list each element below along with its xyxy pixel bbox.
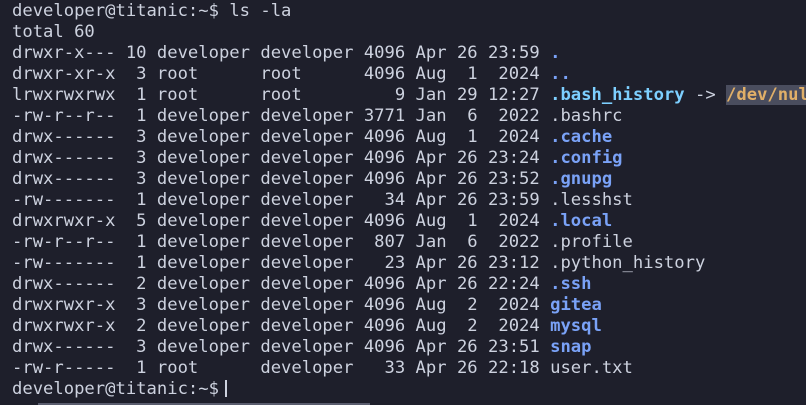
listing-row: drwx------ 3 developer developer 4096 Ap… (12, 337, 806, 358)
entry-name: .python_history (550, 253, 706, 273)
entry-name: .cache (550, 127, 613, 147)
entry-meta: drwxr-x--- 10 developer developer 4096 A… (12, 43, 551, 63)
listing-row: -rw------- 1 developer developer 23 Apr … (12, 253, 806, 274)
entry-meta: -rw-r----- 1 root developer 33 Apr 26 22… (12, 358, 551, 378)
entry-name: .lesshst (550, 190, 633, 210)
entry-name: .config (550, 148, 623, 168)
entry-meta: lrwxrwxrwx 1 root root 9 Jan 29 12:27 (12, 85, 551, 105)
prompt: developer@titanic:~$ (12, 379, 219, 399)
entry-name: .local (550, 211, 613, 231)
listing-row: lrwxrwxrwx 1 root root 9 Jan 29 12:27 .b… (12, 85, 806, 106)
link-arrow: -> (684, 85, 727, 105)
listing-row: drwxr-xr-x 3 root root 4096 Aug 1 2024 .… (12, 64, 806, 85)
entry-name: .gnupg (550, 169, 613, 189)
listing-row: drwxrwxr-x 5 developer developer 4096 Au… (12, 211, 806, 232)
listing-row: drwx------ 3 developer developer 4096 Ap… (12, 148, 806, 169)
command-line: developer@titanic:~$ ls -la (12, 1, 806, 22)
entry-meta: drwx------ 3 developer developer 4096 Ap… (12, 148, 551, 168)
entry-name: .profile (550, 232, 633, 252)
entry-name: .bash_history (550, 85, 685, 105)
entry-meta: -rw------- 1 developer developer 34 Apr … (12, 190, 551, 210)
entry-name: user.txt (550, 358, 633, 378)
entry-name: gitea (550, 295, 602, 315)
entry-name: .bashrc (550, 106, 623, 126)
listing: drwxr-x--- 10 developer developer 4096 A… (12, 43, 806, 379)
entry-meta: drwx------ 2 developer developer 4096 Ap… (12, 274, 551, 294)
entry-name: . (550, 43, 561, 63)
entry-meta: -rw------- 1 developer developer 23 Apr … (12, 253, 551, 273)
listing-row: drwx------ 2 developer developer 4096 Ap… (12, 274, 806, 295)
listing-row: -rw-r--r-- 1 developer developer 3771 Ja… (12, 106, 806, 127)
entry-meta: drwxr-xr-x 3 root root 4096 Aug 1 2024 (12, 64, 551, 84)
prompt: developer@titanic:~$ (12, 1, 219, 21)
text-cursor (224, 379, 227, 397)
entry-meta: drwxrwxr-x 5 developer developer 4096 Au… (12, 211, 551, 231)
listing-row: drwx------ 3 developer developer 4096 Ap… (12, 169, 806, 190)
link-target: /dev/null (726, 85, 806, 105)
entry-meta: drwxrwxr-x 3 developer developer 4096 Au… (12, 295, 551, 315)
listing-row: drwxr-x--- 10 developer developer 4096 A… (12, 43, 806, 64)
terminal-window[interactable]: developer@titanic:~$ ls -la total 60 drw… (0, 1, 806, 405)
entry-meta: -rw-r--r-- 1 developer developer 3771 Ja… (12, 106, 551, 126)
listing-row: drwx------ 3 developer developer 4096 Au… (12, 127, 806, 148)
entry-name: .. (550, 64, 571, 84)
listing-row: -rw-r--r-- 1 developer developer 807 Jan… (12, 232, 806, 253)
entry-meta: drwxrwxr-x 2 developer developer 4096 Au… (12, 316, 551, 336)
input-line[interactable]: developer@titanic:~$ (12, 379, 806, 400)
total-line: total 60 (12, 22, 95, 42)
listing-row: drwxrwxr-x 2 developer developer 4096 Au… (12, 316, 806, 337)
entry-name: .ssh (550, 274, 592, 294)
listing-row: -rw-r----- 1 root developer 33 Apr 26 22… (12, 358, 806, 379)
command-text: ls -la (218, 1, 292, 21)
entry-meta: drwx------ 3 developer developer 4096 Au… (12, 127, 551, 147)
entry-name: mysql (550, 316, 602, 336)
entry-name: snap (550, 337, 592, 357)
listing-row: -rw------- 1 developer developer 34 Apr … (12, 190, 806, 211)
entry-meta: drwx------ 3 developer developer 4096 Ap… (12, 169, 551, 189)
entry-meta: -rw-r--r-- 1 developer developer 807 Jan… (12, 232, 551, 252)
listing-row: drwxrwxr-x 3 developer developer 4096 Au… (12, 295, 806, 316)
entry-meta: drwx------ 3 developer developer 4096 Ap… (12, 337, 551, 357)
